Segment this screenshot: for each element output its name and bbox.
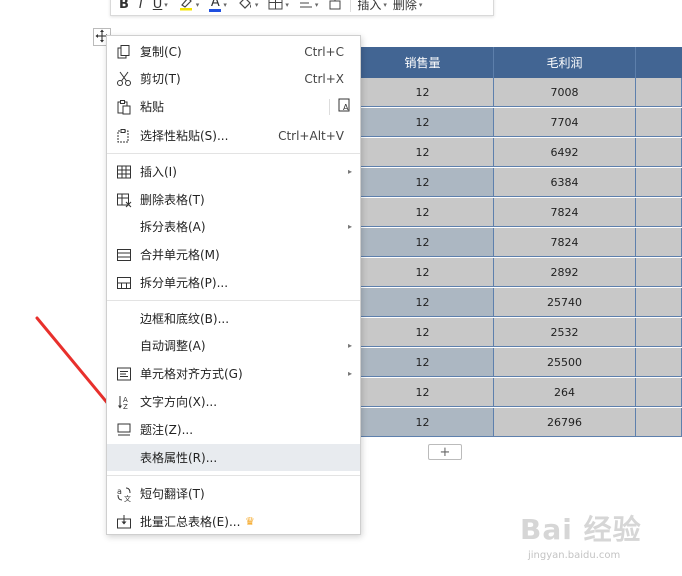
- scissors-icon: [116, 71, 132, 87]
- context-menu: 复制(C) Ctrl+C 剪切(T) Ctrl+X 粘贴 A 选择性粘贴(S).…: [106, 35, 361, 535]
- svg-text:Z: Z: [123, 403, 128, 410]
- menu-item-split-table[interactable]: 拆分表格(A) ▸: [107, 213, 360, 240]
- merge-cells-icon: [116, 247, 132, 263]
- svg-text:a: a: [117, 487, 122, 496]
- menu-item-paste[interactable]: 粘贴 A: [107, 93, 360, 120]
- menu-item-borders-shading[interactable]: 边框和底纹(B)...: [107, 305, 360, 332]
- cell-align-icon: [116, 366, 132, 382]
- menu-item-text-direction[interactable]: AZ 文字方向(X)...: [107, 388, 360, 415]
- copy-icon: [116, 44, 132, 60]
- paste-keep-text-icon[interactable]: A: [338, 97, 352, 116]
- menu-item-copy[interactable]: 复制(C) Ctrl+C: [107, 38, 360, 65]
- menu-item-translate[interactable]: a文 短句翻译(T): [107, 480, 360, 507]
- batch-summary-icon: [116, 514, 132, 530]
- caption-icon: [116, 422, 132, 438]
- menu-item-cell-alignment[interactable]: 单元格对齐方式(G) ▸: [107, 360, 360, 387]
- svg-text:A: A: [343, 103, 349, 112]
- menu-item-caption[interactable]: 题注(Z)...: [107, 416, 360, 443]
- watermark-url: jingyan.baidu.com: [528, 550, 621, 561]
- menu-item-split-cells[interactable]: 拆分单元格(P)...: [107, 269, 360, 296]
- menu-item-table-properties[interactable]: 表格属性(R)...: [107, 444, 360, 471]
- watermark: Bai 经验 jingyan.baidu.com: [520, 508, 680, 568]
- menu-item-paste-special[interactable]: 选择性粘贴(S)... Ctrl+Alt+V: [107, 122, 360, 149]
- watermark-logo: Bai 经验: [520, 513, 642, 546]
- paste-special-icon: [116, 128, 132, 144]
- submenu-arrow-icon: ▸: [347, 369, 352, 378]
- submenu-arrow-icon: ▸: [347, 222, 352, 231]
- table-insert-icon: [116, 164, 132, 180]
- menu-item-cut[interactable]: 剪切(T) Ctrl+X: [107, 65, 360, 92]
- submenu-arrow-icon: ▸: [347, 167, 352, 176]
- menu-item-merge-cells[interactable]: 合并单元格(M): [107, 241, 360, 268]
- crown-icon: ♛: [245, 515, 255, 528]
- menu-item-delete-table[interactable]: 删除表格(T): [107, 186, 360, 213]
- menu-item-batch-summary[interactable]: 批量汇总表格(E)... ♛: [107, 508, 360, 535]
- text-direction-icon: AZ: [116, 394, 132, 410]
- menu-item-insert[interactable]: 插入(I) ▸: [107, 158, 360, 185]
- paste-icon: [116, 99, 132, 115]
- submenu-arrow-icon: ▸: [347, 341, 352, 350]
- svg-text:文: 文: [124, 494, 131, 502]
- menu-item-autofit[interactable]: 自动调整(A) ▸: [107, 332, 360, 359]
- translate-icon: a文: [116, 486, 132, 502]
- split-cells-icon: [116, 275, 132, 291]
- table-delete-icon: [116, 192, 132, 208]
